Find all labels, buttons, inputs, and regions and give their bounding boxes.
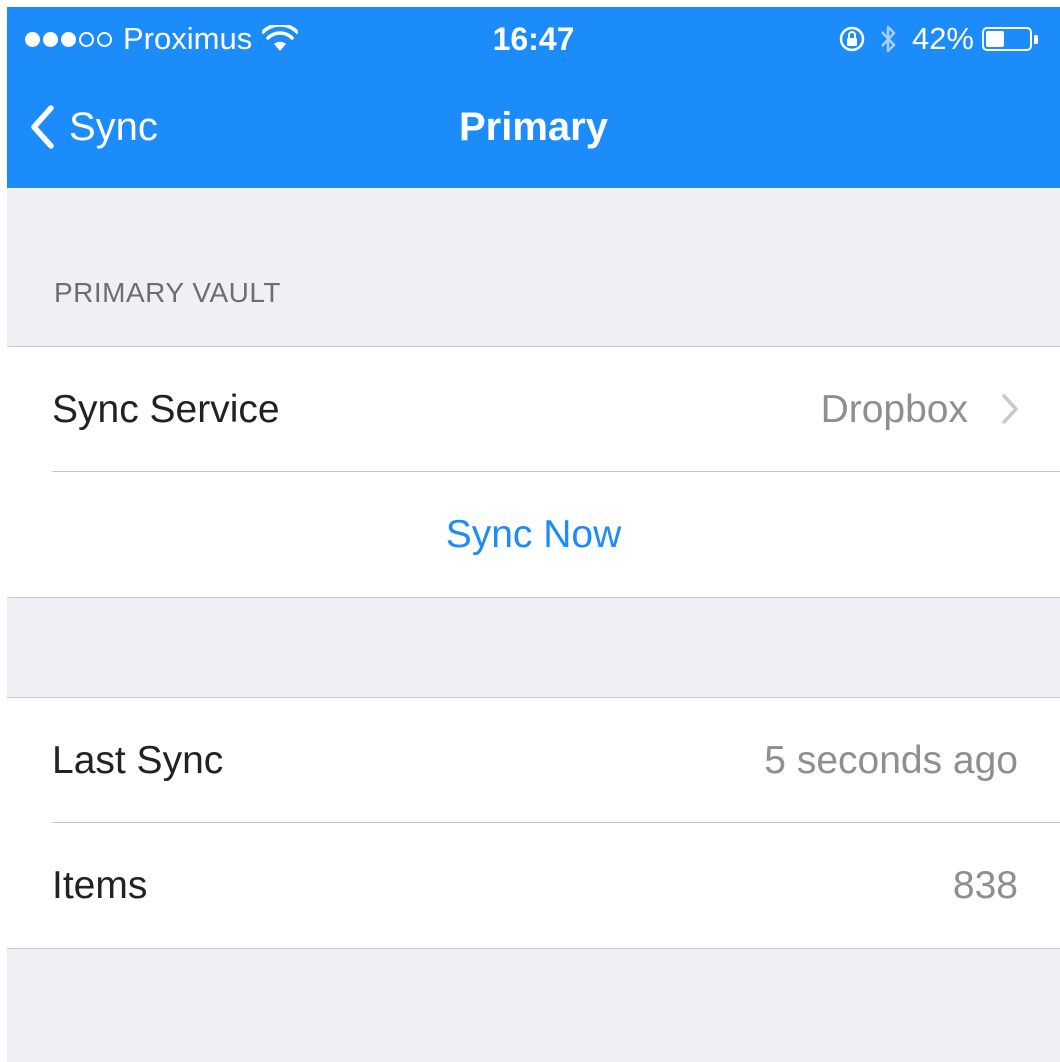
sync-service-value: Dropbox [820,388,968,431]
battery-percent: 42% [911,21,974,56]
vault-group: Sync Service Dropbox Sync Now [7,346,1060,598]
battery-level [986,31,1004,47]
sync-now-row[interactable]: Sync Now [7,472,1060,597]
chevron-right-icon [1002,394,1018,424]
sync-now-button[interactable]: Sync Now [7,472,1060,597]
info-group: Last Sync 5 seconds ago Items 838 [7,697,1060,949]
top-bar: Proximus 16:47 42% Sync Primary [7,7,1060,188]
items-label: Items [52,864,148,907]
bluetooth-icon [881,25,896,53]
last-sync-label: Last Sync [52,739,224,782]
last-sync-value: 5 seconds ago [764,739,1018,782]
page-title: Primary [459,105,608,149]
screen: Proximus 16:47 42% Sync Primary PRIMARY … [7,7,1060,1062]
sync-service-label: Sync Service [52,388,280,431]
page: Proximus 16:47 42% Sync Primary PRIMARY … [0,0,1060,1062]
status-right: 42% [838,19,1038,59]
sync-service-row[interactable]: Sync Service Dropbox [7,347,1060,472]
section-header-primary-vault: PRIMARY VAULT [54,277,281,308]
navigation-bar: Sync Primary [7,67,1060,188]
items-row: Items 838 [7,823,1060,948]
last-sync-row: Last Sync 5 seconds ago [7,698,1060,823]
status-bar: Proximus 16:47 42% [7,7,1060,67]
rotation-lock-icon [839,26,865,52]
items-value: 838 [952,864,1018,907]
battery-icon [982,27,1032,51]
battery-cap [1034,34,1038,44]
